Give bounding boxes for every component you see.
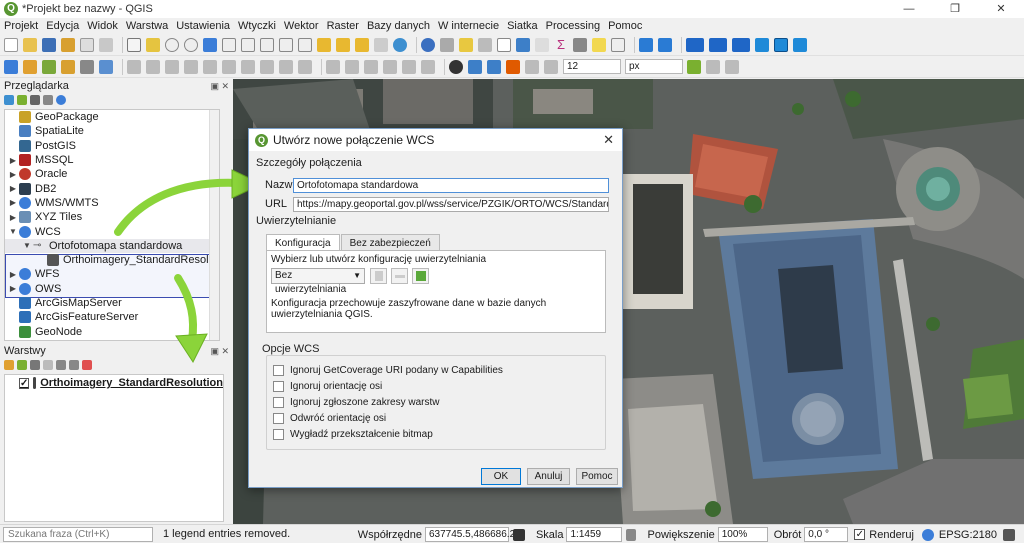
authentication-heading: Uwierzytelnianie — [256, 215, 337, 227]
add-config-button[interactable] — [412, 268, 429, 284]
auth-tabs: Konfiguracja Bez zabezpieczeń — [266, 234, 441, 251]
option-invert-axis[interactable]: Odwróć orientację osi — [273, 413, 386, 424]
auth-config-pane: Wybierz lub utwórz konfigurację uwierzyt… — [266, 250, 606, 333]
tab-basic[interactable]: Bez zabezpieczeń — [340, 234, 440, 251]
connection-details-heading: Szczegóły połączenia — [256, 157, 362, 169]
coordinate-field[interactable]: 637745.5,486686.2 — [424, 527, 515, 542]
status-message: 1 legend entries removed. — [163, 528, 291, 540]
checkbox[interactable] — [273, 413, 284, 424]
rotation-label: Obrót — [773, 528, 802, 541]
remove-config-button[interactable] — [391, 268, 408, 284]
wcs-options-heading: Opcje WCS — [262, 343, 320, 355]
auth-config-select[interactable]: Bez uwierzytelniania ▼ — [271, 268, 365, 295]
option-ignore-getcoverage[interactable]: Ignoruj GetCoverage URI podany w Capabil… — [273, 365, 503, 376]
rotation-field[interactable]: 0,0 ° — [804, 527, 849, 542]
render-label: Renderuj — [869, 528, 914, 541]
lock-icon[interactable] — [626, 528, 637, 541]
url-label: URL — [265, 198, 288, 210]
url-input[interactable]: https://mapy.geoportal.gov.pl/wss/servic… — [293, 197, 609, 212]
chevron-down-icon: ▼ — [353, 271, 361, 280]
mouse-toggle-icon[interactable] — [512, 528, 525, 541]
crs-label[interactable]: EPSG:2180 — [939, 529, 997, 541]
name-input[interactable]: Ortofotomapa standardowa — [293, 178, 609, 193]
checkbox[interactable] — [273, 365, 284, 376]
cancel-button[interactable]: Anuluj — [527, 468, 570, 485]
ok-button[interactable]: OK — [481, 468, 521, 485]
option-ignore-extents[interactable]: Ignoruj zgłoszone zakresy warstw — [273, 397, 440, 408]
wcs-connection-dialog: Q Utwórz nowe połączenie WCS ✕ Szczegóły… — [248, 128, 623, 488]
minus-icon — [395, 275, 405, 278]
render-checkbox[interactable]: ✓ — [854, 529, 866, 540]
dialog-title: Utwórz nowe połączenie WCS — [273, 133, 435, 147]
messages-icon[interactable] — [1003, 528, 1015, 541]
config-note: Konfiguracja przechowuje zaszyfrowane da… — [271, 298, 547, 320]
checkbox[interactable] — [273, 381, 284, 392]
tab-configuration[interactable]: Konfiguracja — [266, 234, 340, 251]
config-prompt: Wybierz lub utwórz konfigurację uwierzyt… — [271, 254, 487, 265]
scale-label: Skala — [535, 528, 564, 541]
locator-search-input[interactable]: Szukana fraza (Ctrl+K) — [3, 526, 153, 542]
coordinate-label: Współrzędne — [357, 528, 422, 541]
qgis-logo-icon: Q — [255, 133, 268, 147]
dialog-title-bar: Q Utwórz nowe połączenie WCS ✕ — [249, 129, 622, 151]
option-smooth-transform[interactable]: Wygładź przekształcenie bitmap — [273, 429, 433, 440]
help-button[interactable]: Pomoc — [576, 468, 618, 485]
dialog-close-icon[interactable]: ✕ — [603, 132, 614, 148]
checkbox[interactable] — [273, 429, 284, 440]
magnifier-label: Powiększenie — [647, 528, 715, 541]
status-bar: Szukana fraza (Ctrl+K) 1 legend entries … — [0, 524, 1024, 543]
magnifier-field[interactable]: 100% — [717, 527, 768, 542]
pencil-icon — [375, 271, 383, 281]
checkbox[interactable] — [273, 397, 284, 408]
wcs-options-group: Ignoruj GetCoverage URI podany w Capabil… — [266, 355, 606, 450]
edit-config-button[interactable] — [370, 268, 387, 284]
crs-globe-icon[interactable] — [921, 528, 934, 541]
scale-field[interactable]: 1:1459 — [566, 527, 623, 542]
plus-icon — [416, 271, 426, 281]
option-ignore-axis[interactable]: Ignoruj orientację osi — [273, 381, 382, 392]
